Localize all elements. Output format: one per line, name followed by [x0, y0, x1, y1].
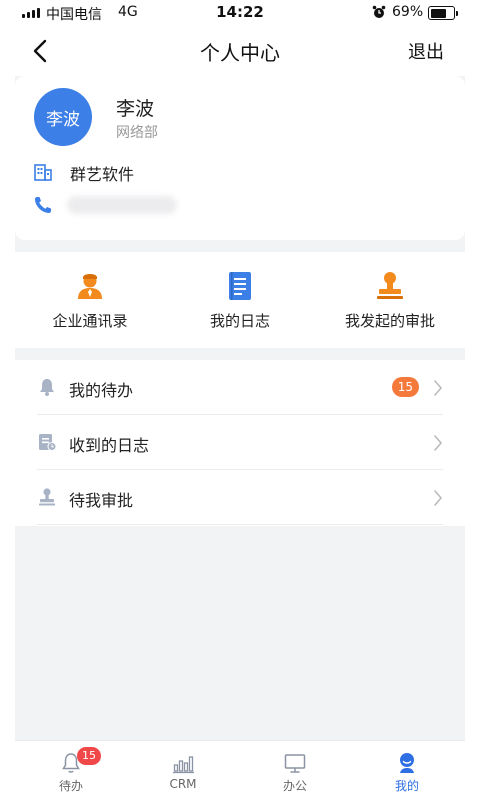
- bar-chart-icon: [173, 756, 194, 774]
- company-name: 群艺软件: [70, 165, 135, 184]
- avatar[interactable]: 李波: [34, 88, 92, 146]
- shortcut-label: 我的日志: [209, 312, 270, 330]
- profile-card: 李波 李波 网络部 群艺软件: [15, 76, 465, 240]
- user-icon: [400, 753, 414, 773]
- menu-list: 我的待办 15 收到的日志 待我审批: [15, 360, 465, 526]
- approval-stamp-icon: [39, 488, 55, 506]
- chevron-right-icon: [434, 435, 443, 451]
- shortcut-contacts[interactable]: 企业通讯录: [15, 252, 165, 348]
- logout-button[interactable]: 退出: [408, 38, 444, 64]
- journal-icon: [229, 272, 251, 300]
- shortcut-grid: 企业通讯录 我的日志 我发起的审批: [15, 252, 465, 348]
- battery-icon: [428, 6, 458, 20]
- alarm-icon: [372, 5, 386, 18]
- shortcut-label: 企业通讯录: [52, 312, 128, 330]
- chevron-right-icon: [434, 380, 443, 396]
- tab-label: 待办: [58, 779, 83, 793]
- building-icon: [34, 164, 52, 181]
- bottom-tab-bar: 15 待办 CRM 办公 我的: [15, 740, 465, 800]
- tab-label: 办公: [282, 779, 307, 793]
- tab-crm[interactable]: CRM: [127, 741, 239, 800]
- status-bar: 中国电信 4G 14:22 69%: [0, 0, 480, 26]
- contacts-icon: [78, 274, 102, 299]
- chevron-right-icon: [434, 490, 443, 506]
- battery-percent: 69%: [392, 4, 424, 20]
- monitor-icon: [284, 754, 306, 773]
- tab-mine[interactable]: 我的: [351, 741, 463, 800]
- phone-icon: [35, 197, 51, 213]
- list-item-received-logs[interactable]: 收到的日志: [15, 415, 465, 470]
- tab-todos[interactable]: 15 待办: [15, 741, 127, 800]
- user-department: 网络部: [116, 125, 158, 141]
- navigation-bar: 个人中心 退出: [0, 26, 480, 76]
- shortcut-label: 我发起的审批: [344, 312, 435, 330]
- divider: [37, 524, 443, 525]
- shortcut-my-approvals[interactable]: 我发起的审批: [315, 252, 465, 348]
- bell-icon: [40, 379, 54, 396]
- user-name: 李波: [116, 98, 155, 120]
- tab-todo-badge: 15: [77, 747, 101, 765]
- list-item-label: 待我审批: [69, 491, 134, 510]
- list-item-pending-approvals[interactable]: 待我审批: [15, 470, 465, 525]
- tab-office[interactable]: 办公: [239, 741, 351, 800]
- list-item-my-todos[interactable]: 我的待办 15: [15, 360, 465, 415]
- tab-label: 我的: [394, 779, 419, 793]
- stamp-icon: [377, 272, 403, 299]
- tab-label: CRM: [169, 777, 197, 791]
- todo-count-badge: 15: [391, 377, 419, 397]
- shortcut-journal[interactable]: 我的日志: [165, 252, 315, 348]
- list-item-label: 收到的日志: [69, 436, 150, 455]
- phone-number-blurred: [67, 196, 177, 214]
- log-received-icon: [39, 434, 57, 451]
- list-item-label: 我的待办: [69, 381, 134, 400]
